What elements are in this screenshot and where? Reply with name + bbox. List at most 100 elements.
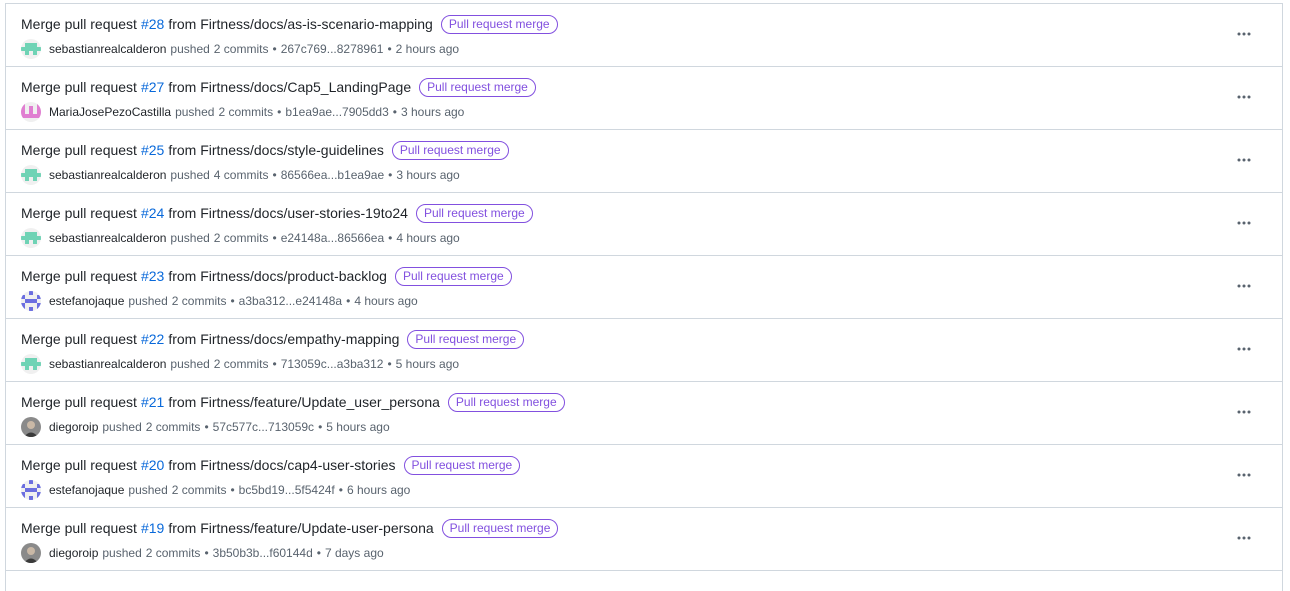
- separator-dot: •: [230, 294, 235, 308]
- separator-dot: •: [318, 420, 323, 434]
- activity-title: Merge pull request #24 from Firtness/doc…: [21, 203, 533, 223]
- separator-dot: •: [272, 357, 277, 371]
- activity-meta: sebastianrealcalderon pushed 2 commits •…: [21, 39, 459, 59]
- pull-request-merge-badge: Pull request merge: [394, 266, 512, 286]
- kebab-horizontal-icon[interactable]: [1230, 272, 1258, 300]
- pull-request-link[interactable]: #20: [141, 455, 164, 475]
- kebab-horizontal-icon[interactable]: [1230, 20, 1258, 48]
- separator-dot: •: [392, 105, 397, 119]
- author-link[interactable]: MariaJosePezoCastilla: [49, 104, 171, 120]
- separator-dot: •: [277, 105, 282, 119]
- pull-request-link[interactable]: #22: [141, 329, 164, 349]
- title-prefix: Merge pull request: [21, 394, 137, 410]
- title-prefix: Merge pull request: [21, 331, 137, 347]
- kebab-horizontal-icon[interactable]: [1230, 461, 1258, 489]
- author-link[interactable]: sebastianrealcalderon: [49, 356, 166, 372]
- action-text: pushed: [170, 168, 210, 182]
- pull-request-link[interactable]: #19: [141, 518, 164, 538]
- separator-dot: •: [338, 483, 343, 497]
- activity-meta: diegoroip pushed 2 commits • 57c577c...7…: [21, 417, 390, 437]
- title-prefix: Merge pull request: [21, 205, 137, 221]
- avatar-identicon-blue[interactable]: [21, 291, 41, 311]
- pull-request-link[interactable]: #21: [141, 392, 164, 412]
- avatar-photo[interactable]: [21, 543, 41, 563]
- activity-list: Merge pull request #28 from Firtness/doc…: [5, 3, 1283, 591]
- title-branch: from Firtness/feature/Update-user-person…: [168, 520, 434, 536]
- action-text: pushed: [175, 105, 215, 119]
- title-prefix: Merge pull request: [21, 520, 137, 536]
- separator-dot: •: [346, 294, 351, 308]
- commit-count: 2 commits: [171, 294, 227, 308]
- author-link[interactable]: sebastianrealcalderon: [49, 167, 166, 183]
- compare-range-link[interactable]: 267c769...8278961: [281, 41, 384, 57]
- kebab-horizontal-icon[interactable]: [1230, 524, 1258, 552]
- activity-row: Merge pull request #22 from Firtness/doc…: [6, 319, 1282, 382]
- relative-time: 2 hours ago: [395, 42, 460, 56]
- compare-range-link[interactable]: bc5bd19...5f5424f: [239, 482, 335, 498]
- commit-count: 2 commits: [213, 231, 269, 245]
- pull-request-merge-badge: Pull request merge: [391, 140, 509, 160]
- activity-title: Merge pull request #19 from Firtness/fea…: [21, 518, 559, 538]
- activity-title: Merge pull request #22 from Firtness/doc…: [21, 329, 525, 349]
- kebab-horizontal-icon[interactable]: [1230, 398, 1258, 426]
- compare-range-link[interactable]: e24148a...86566ea: [281, 230, 384, 246]
- avatar-identicon-pink[interactable]: [21, 102, 41, 122]
- title-branch: from Firtness/docs/style-guidelines: [168, 142, 384, 158]
- kebab-horizontal-icon[interactable]: [1230, 83, 1258, 111]
- compare-range-link[interactable]: 3b50b3b...f60144d: [213, 545, 313, 561]
- title-prefix: Merge pull request: [21, 142, 137, 158]
- activity-row: Merge pull request #28 from Firtness/doc…: [6, 4, 1282, 67]
- relative-time: 5 hours ago: [395, 357, 460, 371]
- author-link[interactable]: diegoroip: [49, 419, 98, 435]
- compare-range-link[interactable]: a3ba312...e24148a: [239, 293, 342, 309]
- avatar-identicon-green[interactable]: [21, 228, 41, 248]
- title-branch: from Firtness/docs/empathy-mapping: [168, 331, 400, 347]
- avatar-identicon-green[interactable]: [21, 354, 41, 374]
- activity-row: Merge pull request #21 from Firtness/fea…: [6, 382, 1282, 445]
- avatar-identicon-blue[interactable]: [21, 480, 41, 500]
- pull-request-link[interactable]: #24: [141, 203, 164, 223]
- separator-dot: •: [230, 483, 235, 497]
- compare-range-link[interactable]: 57c577c...713059c: [213, 419, 314, 435]
- pull-request-merge-badge: Pull request merge: [407, 329, 525, 349]
- kebab-horizontal-icon[interactable]: [1230, 209, 1258, 237]
- relative-time: 4 hours ago: [354, 294, 418, 308]
- action-text: pushed: [170, 42, 210, 56]
- activity-meta: diegoroip pushed 2 commits • 3b50b3b...f…: [21, 543, 384, 563]
- avatar-identicon-green[interactable]: [21, 165, 41, 185]
- commit-count: 2 commits: [218, 105, 274, 119]
- title-branch: from Firtness/docs/product-backlog: [168, 268, 387, 284]
- kebab-horizontal-icon[interactable]: [1230, 146, 1258, 174]
- separator-dot: •: [272, 231, 277, 245]
- commit-count: 2 commits: [145, 546, 201, 560]
- commit-count: 2 commits: [171, 483, 227, 497]
- commit-count: 2 commits: [213, 357, 269, 371]
- pull-request-merge-badge: Pull request merge: [440, 14, 558, 34]
- author-link[interactable]: sebastianrealcalderon: [49, 230, 166, 246]
- commit-count: 2 commits: [213, 42, 269, 56]
- compare-range-link[interactable]: b1ea9ae...7905dd3: [285, 104, 388, 120]
- title-branch: from Firtness/docs/user-stories-19to24: [168, 205, 408, 221]
- separator-dot: •: [387, 357, 392, 371]
- author-link[interactable]: diegoroip: [49, 545, 98, 561]
- author-link[interactable]: estefanojaque: [49, 482, 124, 498]
- title-branch: from Firtness/docs/as-is-scenario-mappin…: [168, 16, 433, 32]
- kebab-horizontal-icon[interactable]: [1230, 335, 1258, 363]
- separator-dot: •: [388, 168, 393, 182]
- compare-range-link[interactable]: 713059c...a3ba312: [281, 356, 384, 372]
- author-link[interactable]: estefanojaque: [49, 293, 124, 309]
- pull-request-link[interactable]: #25: [141, 140, 164, 160]
- avatar-photo[interactable]: [21, 417, 41, 437]
- pull-request-merge-badge: Pull request merge: [415, 203, 533, 223]
- avatar-identicon-green[interactable]: [21, 39, 41, 59]
- separator-dot: •: [272, 42, 277, 56]
- separator-dot: •: [387, 42, 392, 56]
- compare-range-link[interactable]: 86566ea...b1ea9ae: [281, 167, 384, 183]
- pull-request-link[interactable]: #28: [141, 14, 164, 34]
- activity-title: Merge pull request #21 from Firtness/fea…: [21, 392, 565, 412]
- pull-request-link[interactable]: #23: [141, 266, 164, 286]
- pull-request-link[interactable]: #27: [141, 77, 164, 97]
- relative-time: 7 days ago: [324, 546, 384, 560]
- activity-meta: estefanojaque pushed 2 commits • bc5bd19…: [21, 480, 410, 500]
- author-link[interactable]: sebastianrealcalderon: [49, 41, 166, 57]
